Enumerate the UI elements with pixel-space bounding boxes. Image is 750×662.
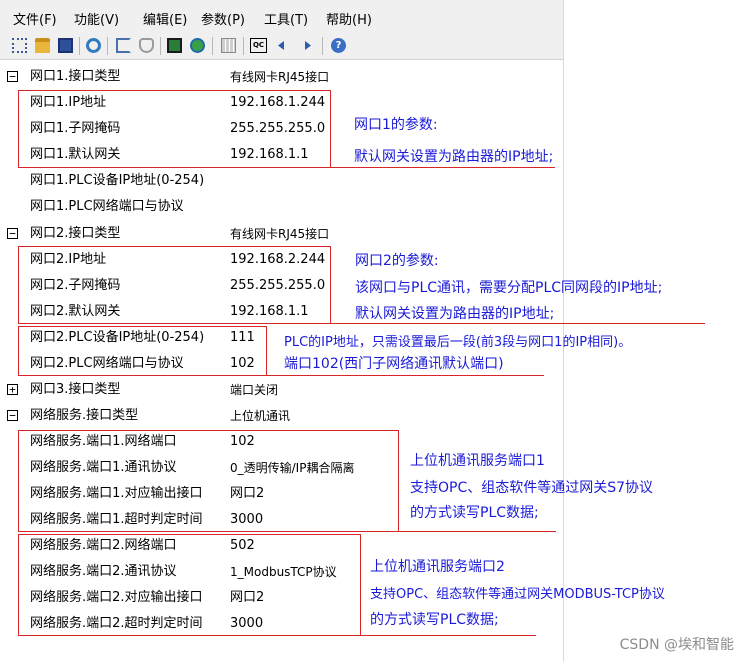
tree-group-port1[interactable]: − 网口1.接口类型 有线网卡RJ45接口 xyxy=(0,64,563,90)
menu-tools[interactable]: 工具(T) xyxy=(264,9,308,28)
note-text: 默认网关设置为路由器的IP地址; xyxy=(355,306,555,322)
property-label: 网口3.接口类型 xyxy=(30,382,121,397)
annotation-box-plc xyxy=(18,326,267,376)
annotation-box-port2 xyxy=(18,246,331,324)
property-label: 网口1.PLC网络端口与协议 xyxy=(30,199,184,214)
annotation-underline xyxy=(360,635,536,636)
annotation-box-port1 xyxy=(18,90,331,168)
note-text: 默认网关设置为路由器的IP地址; xyxy=(354,149,554,165)
network-scan-icon[interactable] xyxy=(116,38,131,53)
menu-help[interactable]: 帮助(H) xyxy=(326,9,372,28)
save-icon[interactable] xyxy=(58,38,73,53)
collapse-icon[interactable]: − xyxy=(7,71,18,82)
property-value[interactable]: 端口关闭 xyxy=(230,377,278,403)
note-text: 该网口与PLC通讯，需要分配PLC同网段的IP地址; xyxy=(355,280,663,296)
arrow-left-icon[interactable] xyxy=(274,38,289,53)
toolbar-separator xyxy=(160,37,161,55)
qc-icon[interactable]: QC xyxy=(250,38,267,53)
property-value[interactable]: 有线网卡RJ45接口 xyxy=(230,64,329,90)
note-text: 支持OPC、组态软件等通过网关S7协议 xyxy=(410,480,654,496)
note-text: 上位机通讯服务端口1 xyxy=(410,453,545,469)
property-label: 网络服务.接口类型 xyxy=(30,408,139,423)
menu-file[interactable]: 文件(F) xyxy=(13,9,57,28)
toolbar-separator xyxy=(79,37,80,55)
menu-function[interactable]: 功能(V) xyxy=(74,9,119,28)
toolbar-separator xyxy=(212,37,213,55)
annotation-box-service2 xyxy=(18,534,361,636)
tree-group-port3[interactable]: + 网口3.接口类型 端口关闭 xyxy=(0,377,563,403)
annotation-underline xyxy=(330,167,555,168)
tree-group-port2[interactable]: − 网口2.接口类型 有线网卡RJ45接口 xyxy=(0,221,563,247)
property-value[interactable]: 有线网卡RJ45接口 xyxy=(230,221,329,247)
note-text: 网口1的参数: xyxy=(354,117,438,133)
property-label: 网口1.接口类型 xyxy=(30,69,121,84)
note-text: 支持OPC、组态软件等通过网关MODBUS-TCP协议 xyxy=(370,587,665,602)
arrow-right-icon[interactable] xyxy=(300,38,315,53)
property-label: 网口1.PLC设备IP地址(0-254) xyxy=(30,173,205,188)
toolbar-separator xyxy=(322,37,323,55)
tree-row[interactable]: 网口1.PLC网络端口与协议 xyxy=(0,194,563,220)
keyboard-icon[interactable] xyxy=(221,38,236,53)
note-text: 的方式读写PLC数据; xyxy=(410,505,539,521)
expand-icon[interactable]: + xyxy=(7,384,18,395)
tree-row[interactable]: 网口1.PLC设备IP地址(0-254) xyxy=(0,168,563,194)
tree-group-network-service[interactable]: − 网络服务.接口类型 上位机通讯 xyxy=(0,403,563,429)
note-text: 的方式读写PLC数据; xyxy=(370,612,499,628)
globe-icon[interactable] xyxy=(190,38,205,53)
annotation-underline xyxy=(266,375,544,376)
property-label: 网口2.接口类型 xyxy=(30,226,121,241)
note-text: 上位机通讯服务端口2 xyxy=(370,559,505,575)
annotation-box-service1 xyxy=(18,430,399,532)
watermark: CSDN @埃和智能 xyxy=(619,637,734,653)
refresh-icon[interactable] xyxy=(86,38,101,53)
note-text: 网口2的参数: xyxy=(355,253,439,269)
open-folder-icon[interactable] xyxy=(35,38,50,53)
annotation-underline xyxy=(398,531,556,532)
help-icon[interactable]: ? xyxy=(331,38,346,53)
collapse-icon[interactable]: − xyxy=(7,228,18,239)
menu-bar: 文件(F) 功能(V) 编辑(E) 参数(P) 工具(T) 帮助(H) xyxy=(0,0,563,33)
filter-icon[interactable] xyxy=(139,38,154,53)
monitor-icon[interactable] xyxy=(167,38,182,53)
note-text: PLC的IP地址，只需设置最后一段(前3段与网口1的IP相同)。 xyxy=(284,335,632,350)
property-value[interactable]: 上位机通讯 xyxy=(230,403,290,429)
note-text: 端口102(西门子网络通讯默认端口) xyxy=(284,356,504,372)
toolbar-separator xyxy=(243,37,244,55)
menu-params[interactable]: 参数(P) xyxy=(201,9,245,28)
menu-edit[interactable]: 编辑(E) xyxy=(143,9,187,28)
collapse-icon[interactable]: − xyxy=(7,410,18,421)
toolbar-separator xyxy=(107,37,108,55)
annotation-underline xyxy=(330,323,705,324)
network-icon[interactable] xyxy=(12,38,27,53)
toolbar: QC ? xyxy=(0,33,563,60)
